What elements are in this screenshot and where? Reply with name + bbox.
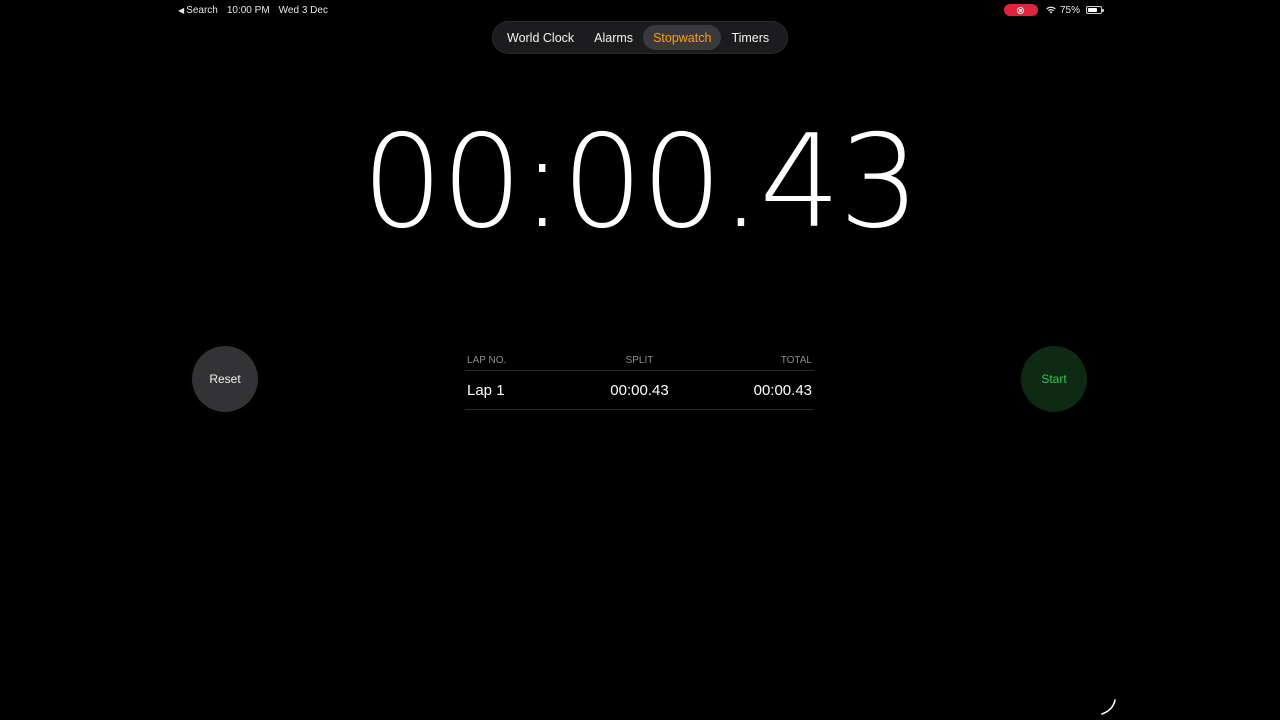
status-bar: ◀ Search 10:00 PM Wed 3 Dec 75% <box>178 4 1104 18</box>
status-time: 10:00 PM <box>226 5 270 16</box>
wifi-icon <box>1046 6 1056 14</box>
tab-timers[interactable]: Timers <box>721 25 779 50</box>
lap-table: LAP NO. SPLIT TOTAL Lap 1 00:00.43 00:00… <box>465 350 814 410</box>
header-total: TOTAL <box>780 354 812 366</box>
status-date: Wed 3 Dec <box>278 5 328 16</box>
lap-number: Lap 1 <box>467 381 505 399</box>
tab-stopwatch[interactable]: Stopwatch <box>643 25 722 50</box>
battery-level <box>1088 8 1097 12</box>
status-right: 75% <box>1003 4 1104 16</box>
table-row: Lap 1 00:00.43 00:00.43 <box>465 371 814 410</box>
status-left: ◀ Search 10:00 PM Wed 3 Dec <box>178 5 328 16</box>
back-label: Search <box>186 5 218 16</box>
back-to-search-link[interactable]: ◀ Search <box>178 5 218 16</box>
lap-table-header: LAP NO. SPLIT TOTAL <box>465 350 814 371</box>
battery-icon <box>1086 6 1104 14</box>
corner-gesture-indicator <box>1101 699 1116 715</box>
header-lap-no: LAP NO. <box>467 354 507 366</box>
start-button[interactable]: Start <box>1019 344 1089 414</box>
lap-split: 00:00.43 <box>610 381 669 399</box>
stopwatch-time-display: 00:00.43 <box>361 108 920 257</box>
battery-percentage: 75% <box>1059 4 1080 16</box>
tab-world-clock[interactable]: World Clock <box>497 25 584 50</box>
battery-tip <box>1102 9 1104 12</box>
back-arrow-icon: ◀ <box>178 6 185 15</box>
lap-total: 00:00.43 <box>753 381 812 399</box>
reset-button[interactable]: Reset <box>190 344 260 414</box>
tab-alarms[interactable]: Alarms <box>584 25 643 50</box>
recording-icon <box>1017 6 1025 14</box>
screen-recording-indicator[interactable] <box>1003 4 1038 16</box>
clock-tabs: World Clock Alarms Stopwatch Timers <box>492 21 788 54</box>
header-split: SPLIT <box>625 354 654 366</box>
clock-app-screen: ◀ Search 10:00 PM Wed 3 Dec 75% World Cl… <box>0 0 1280 720</box>
